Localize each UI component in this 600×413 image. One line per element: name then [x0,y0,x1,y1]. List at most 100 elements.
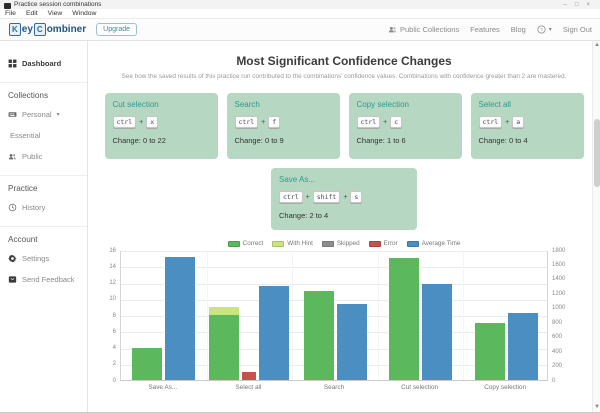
plus-sign: + [139,118,144,126]
legend-item-average-time[interactable]: Average Time [406,240,461,247]
card-copy-selection: Copy selection ctrl + c Change: 1 to 6 [348,93,462,159]
keycap: ctrl [478,116,503,128]
app-window: Practice session combinations – □ × File… [0,0,600,413]
keycap: x [146,116,159,128]
menu-file[interactable]: File [5,10,16,17]
menu-window[interactable]: Window [72,10,96,17]
x-axis-label-save-as: Save As... [148,384,178,391]
window-title: Practice session combinations [14,1,102,8]
legend-item-skipped[interactable]: Skipped [321,240,360,247]
app-header: Key Combiner Upgrade Public Collections F… [0,19,600,41]
vertical-gridline [206,251,208,380]
help-menu[interactable]: ? ▾ [537,25,552,34]
left-axis-tick: 12 [109,280,116,286]
gridline [121,251,547,252]
scrollbar-thumb[interactable] [594,119,600,187]
menu-edit[interactable]: Edit [26,10,38,17]
left-axis-tick: 0 [112,377,116,384]
bar-correct-select-all [209,315,240,380]
legend-label: Average Time [421,240,461,247]
scroll-down-icon[interactable]: ▼ [593,403,600,412]
keycap: ctrl [279,191,303,203]
keycap: f [268,116,281,128]
sidebar-item-label: History [22,203,46,212]
legend-label: With Hint [287,240,313,247]
chart-plot [120,251,548,381]
right-axis-tick: 400 [552,348,563,355]
left-axis-tick: 4 [112,345,116,351]
keycap: ctrl [356,116,381,128]
right-axis-tick: 0 [552,377,556,384]
sidebar-item-essential[interactable]: Essential [0,125,87,146]
vertical-gridline [377,251,379,380]
nav-public-collections[interactable]: Public Collections [388,25,459,34]
bar-correct-search [303,290,334,380]
maximize-icon[interactable]: □ [575,1,579,9]
right-axis-tick: 1200 [552,290,566,297]
confidence-cards-row: Cut selection ctrl + x Change: 0 to 22 S… [88,93,600,159]
sidebar-item-label: Personal [22,110,52,119]
users-icon [388,25,397,34]
sidebar-item-history[interactable]: History [0,197,87,218]
card-title: Search [234,100,260,109]
legend-swatch [368,240,381,247]
logo-text-rest: ombiner [46,24,87,35]
chart-x-labels: Save As... Select all Search Cut selection C… [120,381,548,393]
sidebar-section-account: Account [0,226,87,248]
bar-average-time-search [336,304,367,380]
right-axis-tick: 1400 [552,276,566,283]
left-axis-tick: 6 [112,328,116,335]
vertical-gridline [463,251,465,380]
main-content: Most Significant Confidence Changes See … [88,41,600,412]
scroll-up-icon[interactable]: ▲ [593,41,600,50]
close-icon[interactable]: × [586,1,590,9]
sidebar-item-label: Dashboard [22,59,62,68]
x-axis-label-copy-selection: Copy selection [484,384,527,391]
right-axis-tick: 600 [552,334,563,341]
minimize-icon[interactable]: – [564,1,567,9]
right-axis-tick: 200 [552,363,563,370]
vertical-scrollbar[interactable]: ▲ ▼ [592,41,600,412]
users-icon [8,152,17,161]
sidebar-item-label: Send Feedback [22,275,75,284]
sidebar: Dashboard Collections Personal ▾ Essenti… [0,41,88,412]
left-axis-tick: 14 [109,263,116,270]
keycombiner-logo[interactable]: Key Combiner [8,23,86,36]
bar-error-select-all [242,371,257,380]
vertical-gridline [292,251,294,380]
question-circle-icon: ? [537,25,546,34]
bar-average-time-save-as [165,257,196,380]
menu-bar: File Edit View Window [0,9,600,19]
x-axis-label-select-all: Select all [235,384,262,391]
nav-features[interactable]: Features [470,25,500,34]
nav-blog[interactable]: Blog [511,25,526,34]
legend-label: Skipped [336,240,360,247]
nav-sign-out[interactable]: Sign Out [563,25,592,34]
page-title: Most Significant Confidence Changes [236,54,452,68]
card-select-all: Select all ctrl + a Change: 0 to 4 [470,93,584,159]
legend-swatch [406,240,419,247]
card-save-as: Save As... ctrl + shift + s Change: 2 to… [271,168,417,230]
card-change: Change: 0 to 9 [234,136,284,145]
sidebar-item-public[interactable]: Public [0,146,87,167]
keycap: shift [312,191,341,203]
sidebar-item-personal[interactable]: Personal ▾ [0,104,87,125]
sidebar-item-send-feedback[interactable]: Send Feedback [0,269,87,290]
legend-item-correct[interactable]: Correct [227,240,263,247]
legend-item-error[interactable]: Error [368,240,398,247]
sidebar-item-dashboard[interactable]: Dashboard [0,53,87,74]
card-search: Search ctrl + f Change: 0 to 9 [226,93,340,159]
app-icon [4,3,11,9]
x-axis-label-search: Search [323,384,345,391]
left-axis-tick: 8 [112,312,116,319]
sidebar-item-label: Settings [22,254,50,263]
plus-sign: + [305,193,310,201]
bar-with-hint-select-all [209,306,240,315]
menu-view[interactable]: View [48,10,63,17]
sidebar-item-settings[interactable]: Settings [0,248,87,269]
chart-legend: Correct With Hint Skipped Error Average Time [98,240,590,247]
legend-item-with-hint[interactable]: With Hint [272,240,313,247]
card-title: Cut selection [112,100,159,109]
bar-average-time-copy-selection [507,312,538,380]
upgrade-button[interactable]: Upgrade [96,23,137,36]
